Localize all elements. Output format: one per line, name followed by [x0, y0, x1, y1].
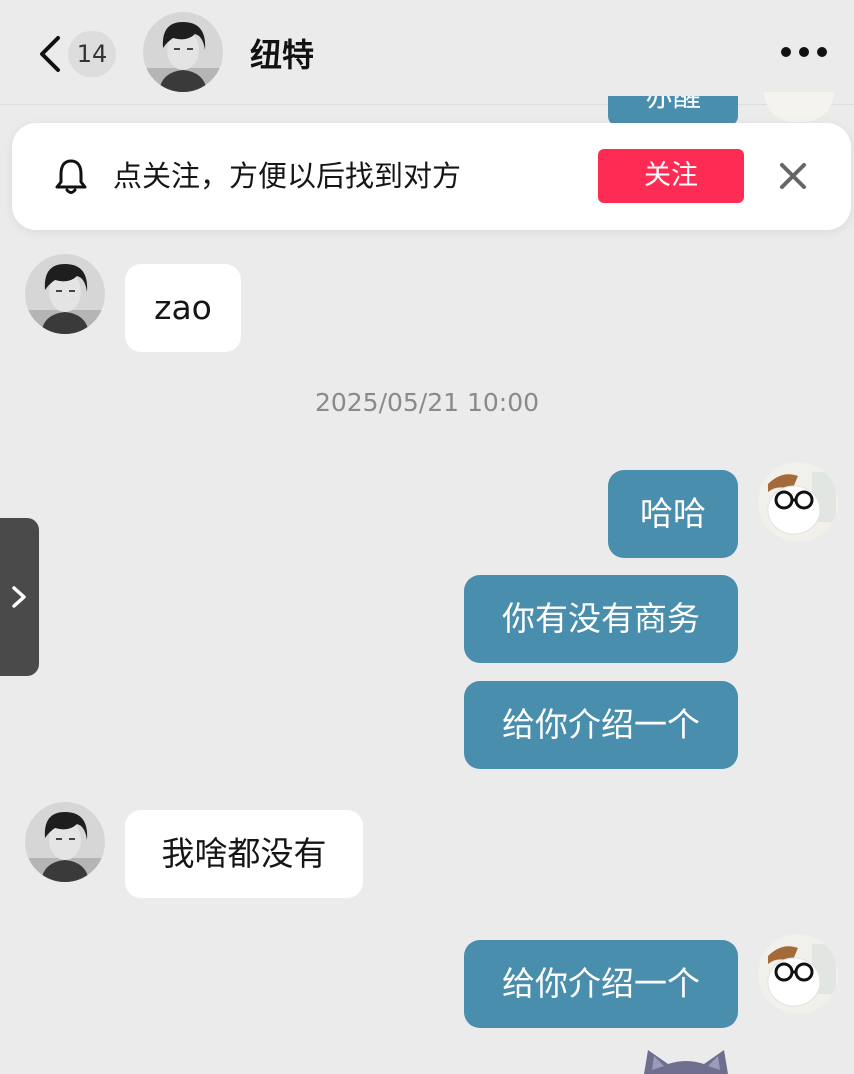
message-bubble-outgoing[interactable]: 哈哈	[608, 470, 738, 558]
back-button[interactable]	[34, 34, 66, 74]
partial-message-text: 亦醒	[644, 96, 701, 113]
side-drawer-handle[interactable]	[0, 518, 39, 676]
contact-avatar[interactable]	[25, 254, 105, 334]
more-options-button[interactable]	[776, 40, 832, 64]
cat-sticker-partial	[644, 1050, 728, 1074]
my-avatar-partial	[764, 92, 834, 122]
follow-button[interactable]: 关注	[598, 149, 744, 203]
chevron-right-icon	[12, 586, 26, 608]
chevron-left-icon	[40, 36, 60, 72]
contact-avatar[interactable]	[143, 12, 223, 92]
message-bubble-outgoing[interactable]: 给你介绍一个	[464, 940, 738, 1028]
message-bubble-incoming[interactable]: 我啥都没有	[125, 810, 363, 898]
follow-prompt-text: 点关注，方便以后找到对方	[113, 159, 462, 193]
chat-header: 14 纽特	[0, 0, 854, 105]
more-dots-icon	[781, 47, 827, 57]
message-bubble-incoming[interactable]: zao	[125, 264, 241, 352]
my-avatar[interactable]	[758, 934, 838, 1014]
bell-icon	[55, 159, 87, 194]
contact-avatar[interactable]	[25, 802, 105, 882]
follow-prompt-banner: 点关注，方便以后找到对方 关注	[12, 123, 851, 230]
unread-count-badge[interactable]: 14	[68, 31, 116, 77]
message-bubble-outgoing[interactable]: 你有没有商务	[464, 575, 738, 663]
close-icon[interactable]	[778, 161, 808, 191]
message-timestamp: 2025/05/21 10:00	[314, 388, 540, 417]
partial-message-bubble: 亦醒	[608, 96, 738, 126]
my-avatar[interactable]	[758, 462, 838, 542]
chat-title[interactable]: 纽特	[250, 30, 314, 76]
message-bubble-outgoing[interactable]: 给你介绍一个	[464, 681, 738, 769]
